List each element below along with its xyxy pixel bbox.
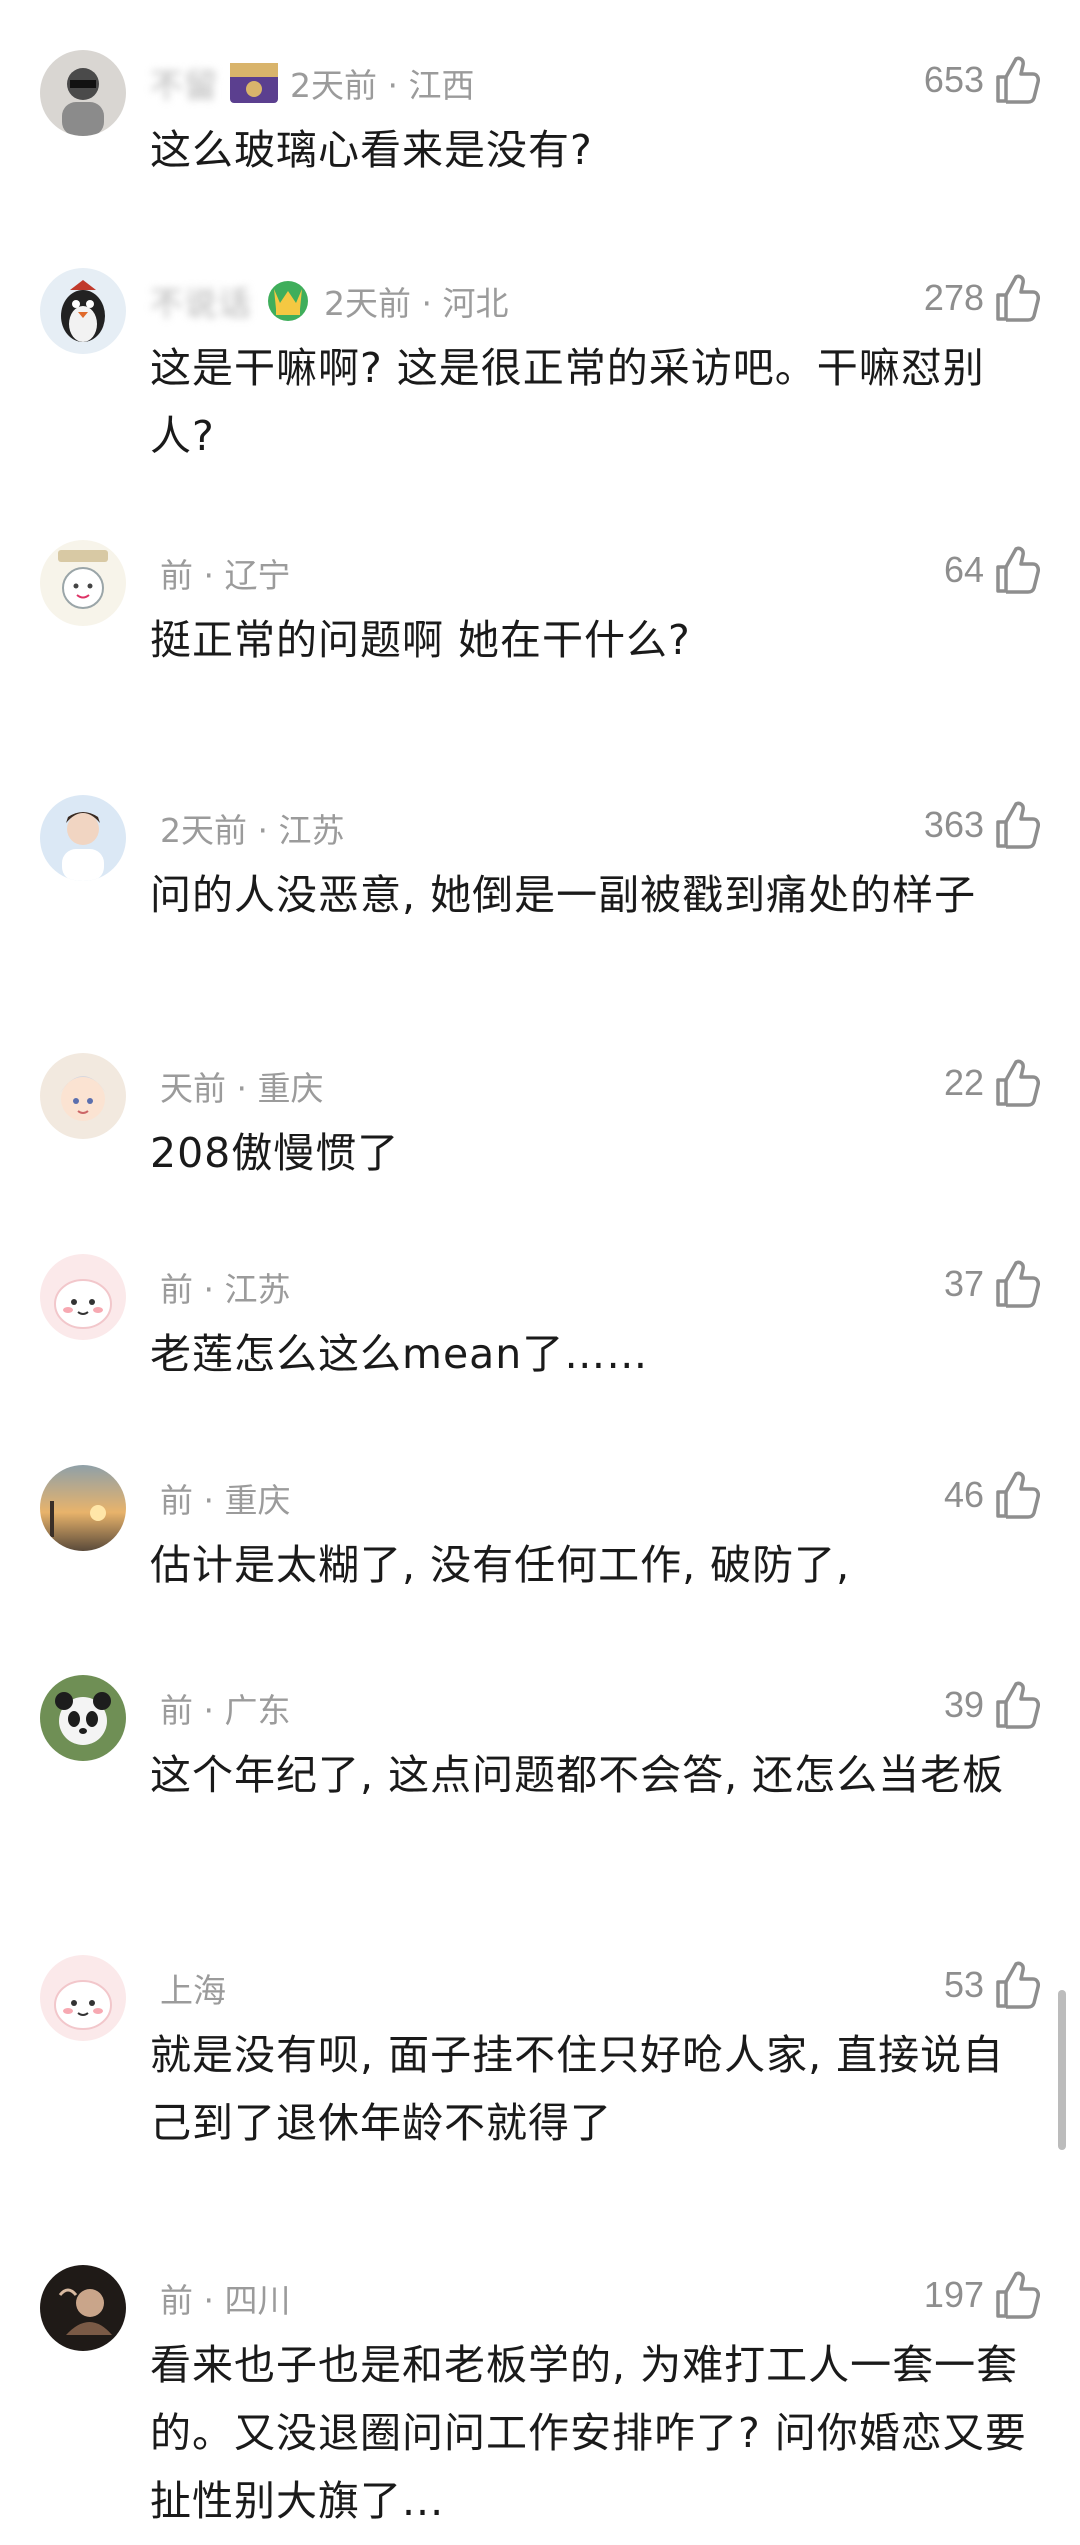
comment-time-location: 前 · 辽宁 [160, 556, 291, 595]
thumbs-up-icon [996, 2271, 1040, 2319]
comment-time-location: 前 · 江苏 [160, 1270, 291, 1309]
comment-time-location: 上海 [160, 1971, 226, 2010]
thumbs-up-icon [996, 801, 1040, 849]
comment-time-location: 前 · 四川 [160, 2281, 291, 2320]
comment-text: 老莲怎么这么mean了…… [150, 1330, 649, 1378]
like-button[interactable]: 363 [924, 795, 1040, 855]
comment-meta: 前 · 重庆 [150, 1473, 290, 1523]
like-button[interactable]: 197 [924, 2265, 1040, 2325]
comment-meta: 2天前 · 江苏 [150, 803, 344, 853]
comment-text: 看来也子也是和老板学的, 为难打工人一套一套的。又没退圈问问工作安排咋了? 问你… [150, 2341, 1027, 2525]
thumbs-up-icon [996, 1059, 1040, 1107]
avatar[interactable] [40, 540, 126, 626]
comment-text: 挺正常的问题啊 她在干什么? [150, 616, 691, 664]
comment-meta: 前 · 四川 [150, 2273, 290, 2323]
comment-time-location: 2天前 · 河北 [324, 284, 509, 323]
thumbs-up-icon [996, 1961, 1040, 2009]
like-count: 22 [943, 1062, 984, 1103]
comment-meta: 不留 2天前 · 江西 [150, 58, 474, 108]
like-count: 64 [943, 549, 984, 590]
avatar[interactable] [40, 1675, 126, 1761]
thumbs-up-icon [996, 546, 1040, 594]
avatar[interactable] [40, 1955, 126, 2041]
comment-meta: 上海 [150, 1963, 226, 2013]
thumbs-up-icon [996, 1471, 1040, 1519]
avatar[interactable] [40, 1254, 126, 1340]
thumbs-up-icon [996, 1260, 1040, 1308]
comment-text: 这是干嘛啊? 这是很正常的采访吧。干嘛怼别人? [150, 344, 985, 460]
comment-time-location: 前 · 广东 [160, 1691, 291, 1730]
like-button[interactable]: 278 [924, 268, 1040, 328]
like-button[interactable]: 653 [924, 50, 1040, 110]
like-count: 653 [923, 59, 984, 100]
comment-feed: 不留 2天前 · 江西 653 这么玻璃心看来是没有? 不说话 2天前 · 河北… [0, 0, 1080, 2545]
badge-icon [268, 281, 308, 321]
thumbs-up-icon [996, 1681, 1040, 1729]
comment-text: 208傲慢惯了 [150, 1129, 400, 1177]
comment-time-location: 2天前 · 江苏 [160, 811, 345, 850]
avatar[interactable] [40, 268, 126, 354]
comment-meta: 前 · 江苏 [150, 1262, 290, 1312]
comment-meta: 前 · 辽宁 [150, 548, 290, 598]
comment-time-location: 2天前 · 江西 [290, 66, 475, 105]
scrollbar[interactable] [1058, 1990, 1066, 2150]
username[interactable]: 不留 [150, 59, 218, 107]
comment-time-location: 天前 · 重庆 [160, 1069, 324, 1108]
like-count: 278 [923, 277, 984, 318]
like-button[interactable]: 22 [944, 1053, 1040, 1113]
like-button[interactable]: 37 [944, 1254, 1040, 1314]
like-button[interactable]: 64 [944, 540, 1040, 600]
comment-text: 估计是太糊了, 没有任何工作, 破防了, [150, 1541, 851, 1589]
like-count: 363 [923, 804, 984, 845]
comment-meta: 天前 · 重庆 [150, 1061, 323, 1111]
like-button[interactable]: 39 [944, 1675, 1040, 1735]
avatar[interactable] [40, 1053, 126, 1139]
like-count: 39 [943, 1684, 984, 1725]
avatar[interactable] [40, 795, 126, 881]
comment-meta: 前 · 广东 [150, 1683, 290, 1733]
like-button[interactable]: 46 [944, 1465, 1040, 1525]
username[interactable]: 不说话 [150, 277, 252, 325]
thumbs-up-icon [996, 274, 1040, 322]
like-button[interactable]: 53 [944, 1955, 1040, 2015]
avatar[interactable] [40, 1465, 126, 1551]
like-count: 37 [943, 1263, 984, 1304]
comment-meta: 不说话 2天前 · 河北 [150, 276, 508, 326]
thumbs-up-icon [996, 56, 1040, 104]
comment-text: 问的人没恶意, 她倒是一副被戳到痛处的样子 [150, 871, 977, 919]
avatar[interactable] [40, 50, 126, 136]
comment-time-location: 前 · 重庆 [160, 1481, 291, 1520]
comment-text: 这么玻璃心看来是没有? [150, 126, 593, 174]
like-count: 197 [923, 2274, 984, 2315]
avatar[interactable] [40, 2265, 126, 2351]
like-count: 46 [943, 1474, 984, 1515]
comment-text: 这个年纪了, 这点问题都不会答, 还怎么当老板 [150, 1751, 1005, 1799]
badge-icon [230, 63, 278, 103]
comment-text: 就是没有呗, 面子挂不住只好呛人家, 直接说自己到了退休年龄不就得了 [150, 2031, 1005, 2147]
like-count: 53 [943, 1964, 984, 2005]
